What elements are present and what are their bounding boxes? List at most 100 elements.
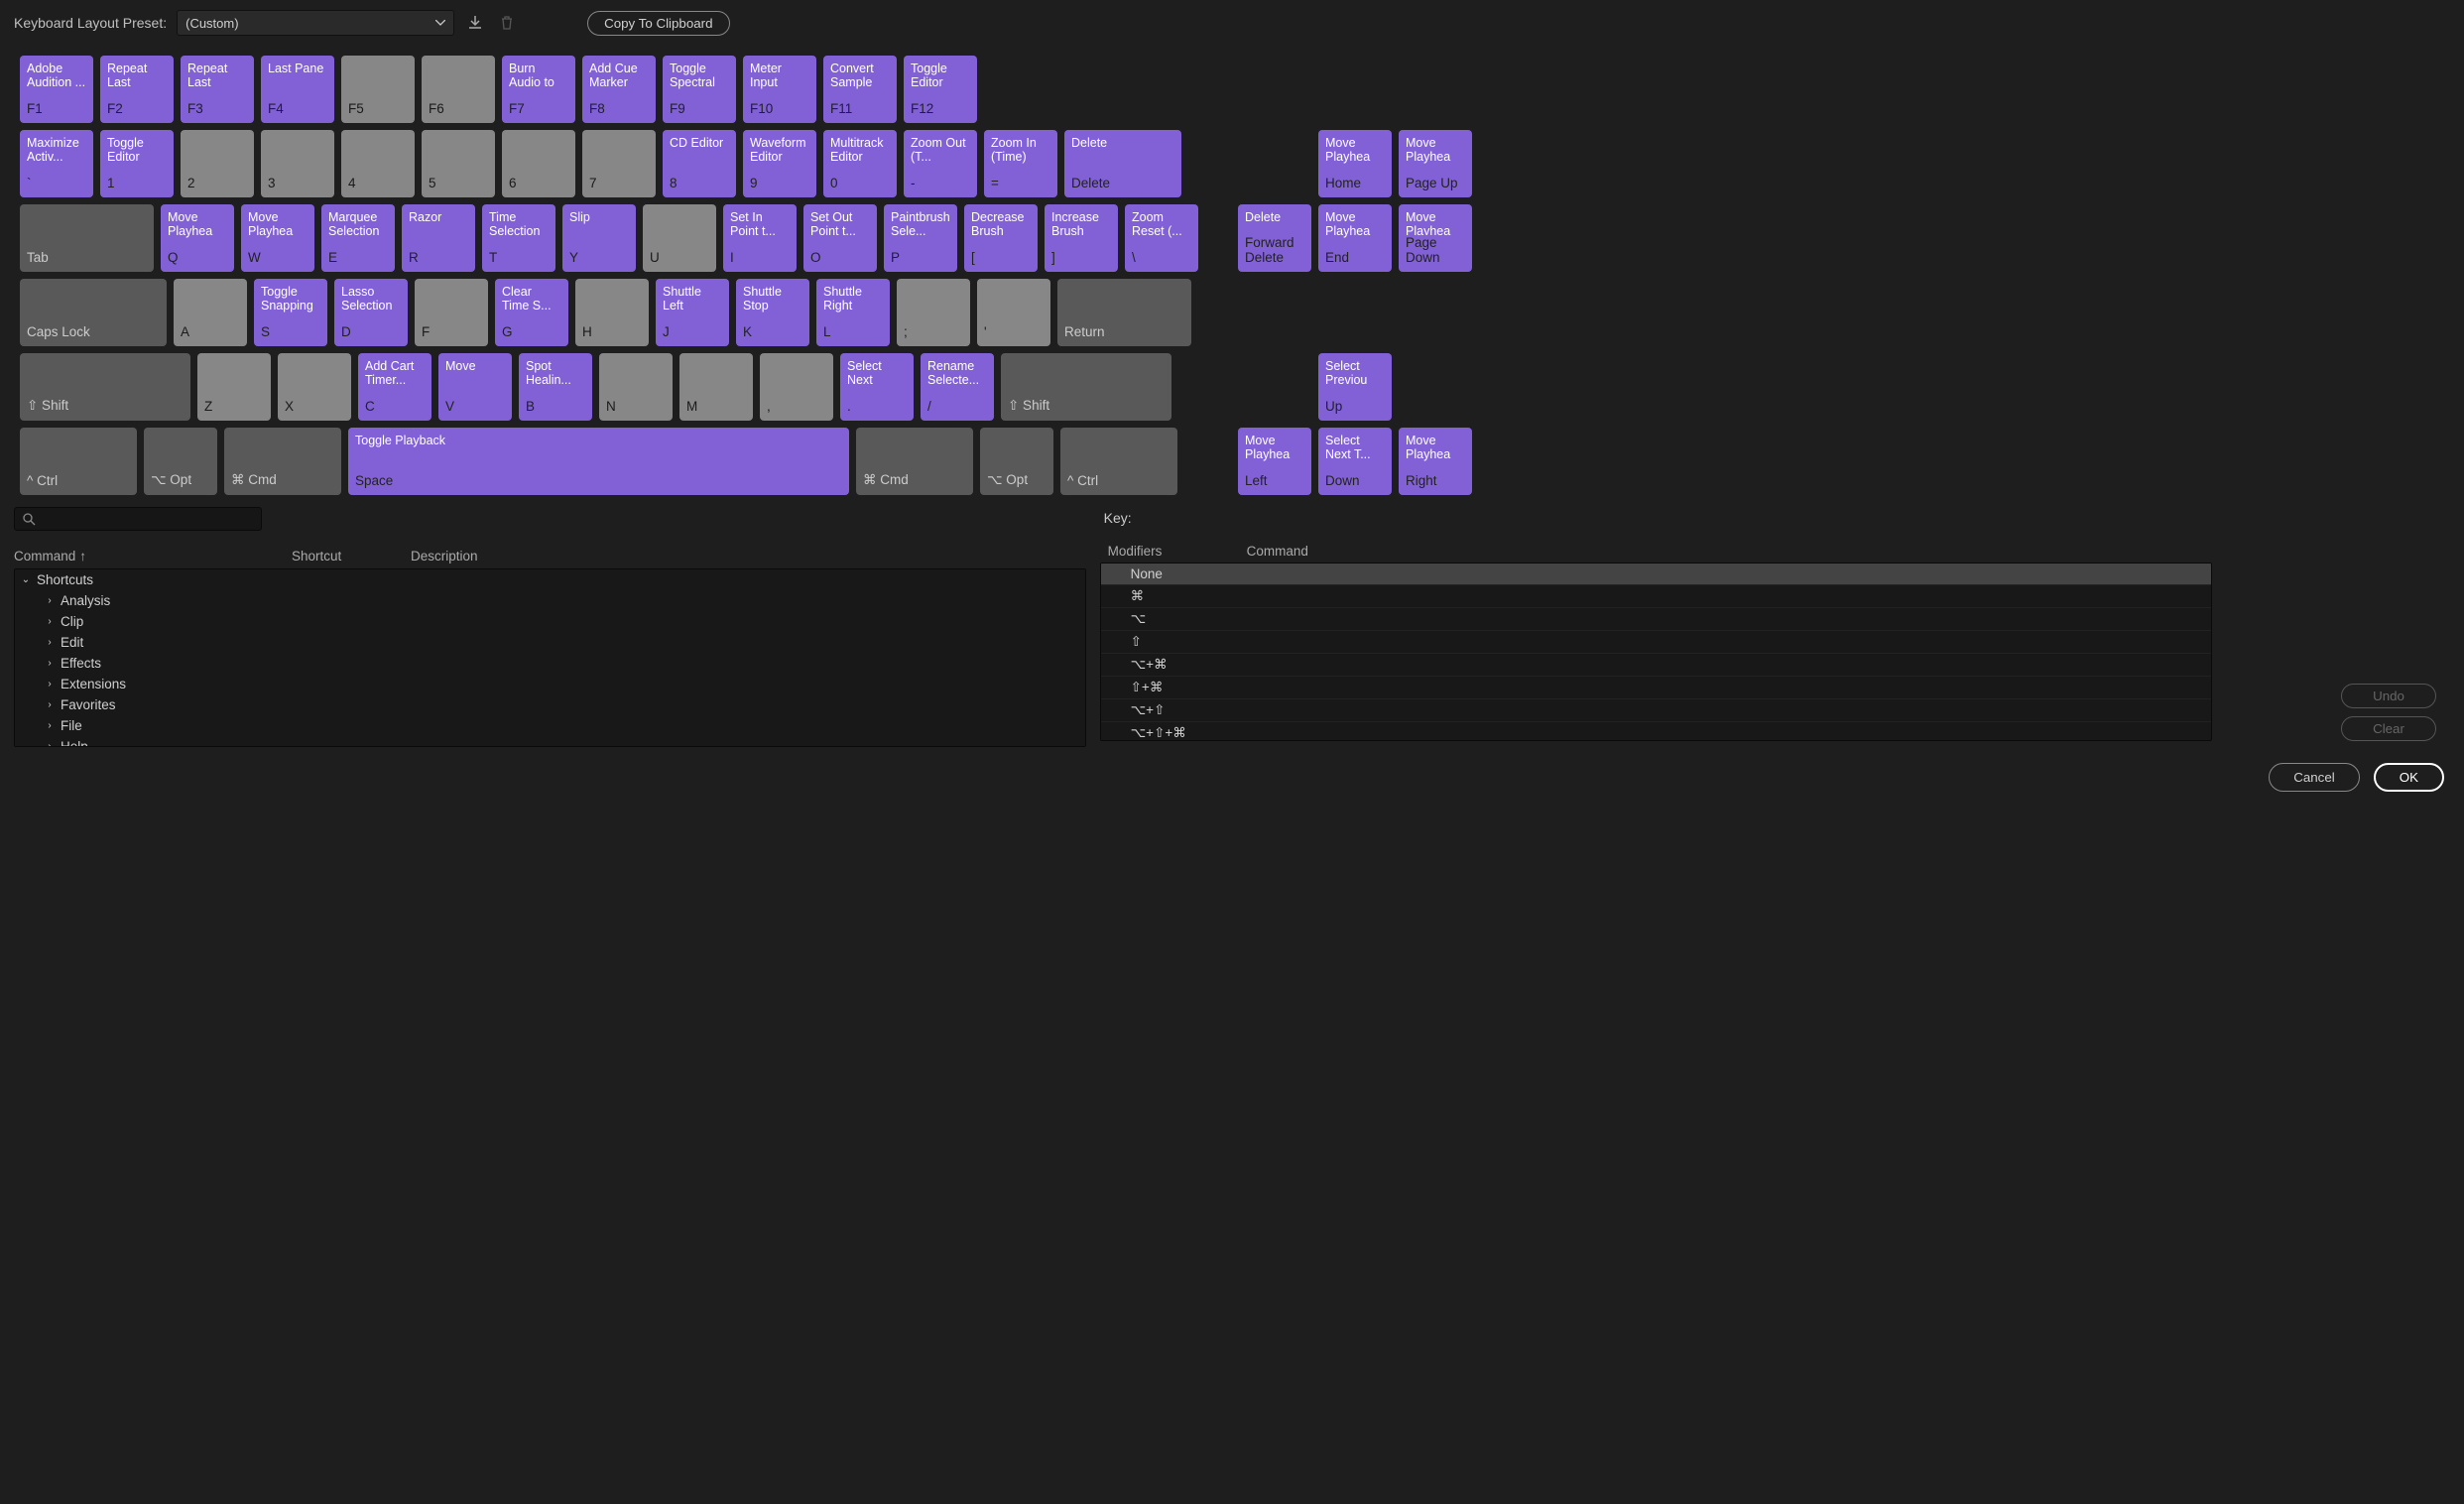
modifier-row[interactable]: ⌥ — [1101, 608, 2211, 631]
key-f6[interactable]: F6 — [422, 56, 495, 123]
key-b[interactable]: Spot Healin...B — [519, 353, 592, 421]
key-5[interactable]: 5 — [422, 130, 495, 197]
key-9[interactable]: Waveform Editor9 — [743, 130, 816, 197]
key-v[interactable]: MoveV — [438, 353, 512, 421]
key-x[interactable]: X — [278, 353, 351, 421]
tree-item[interactable]: ›Clip — [15, 611, 1085, 632]
key-s[interactable]: Toggle SnappingS — [254, 279, 327, 346]
modifiers-table[interactable]: None⌘⌥⇧⌥+⌘⇧+⌘⌥+⇧⌥+⇧+⌘^^+⌘ — [1100, 563, 2212, 741]
key-y[interactable]: SlipY — [562, 204, 636, 272]
key-f2[interactable]: Repeat Last CommandF2 — [100, 56, 174, 123]
key-6[interactable]: 6 — [502, 130, 575, 197]
key-caps-lock[interactable]: Caps Lock — [20, 279, 167, 346]
tree-item[interactable]: ›Analysis — [15, 590, 1085, 611]
tree-item[interactable]: ›Help — [15, 736, 1085, 747]
tree-item[interactable]: ›Extensions — [15, 674, 1085, 694]
shortcut-header[interactable]: Shortcut — [292, 549, 411, 564]
modifier-row[interactable]: ⌥+⇧+⌘ — [1101, 722, 2211, 741]
key-page-up[interactable]: Move PlayheaPage Up — [1399, 130, 1472, 197]
key-p[interactable]: Paintbrush Sele...P — [884, 204, 957, 272]
search-input[interactable] — [14, 507, 262, 531]
key--[interactable]: Maximize Activ...` — [20, 130, 93, 197]
key--[interactable]: Zoom Out (T...- — [904, 130, 977, 197]
key-a[interactable]: A — [174, 279, 247, 346]
key-j[interactable]: Shuttle LeftJ — [656, 279, 729, 346]
copy-clipboard-button[interactable]: Copy To Clipboard — [587, 11, 729, 36]
key--shift[interactable]: ⇧ Shift — [1001, 353, 1171, 421]
key-f1[interactable]: Adobe Audition ...F1 — [20, 56, 93, 123]
key--opt[interactable]: ⌥ Opt — [144, 428, 217, 495]
tree-item[interactable]: ›Favorites — [15, 694, 1085, 715]
key-t[interactable]: Time SelectionT — [482, 204, 555, 272]
key-f4[interactable]: Last PaneF4 — [261, 56, 334, 123]
key-f8[interactable]: Add Cue MarkerF8 — [582, 56, 656, 123]
key--[interactable]: Decrease Brush[ — [964, 204, 1038, 272]
key-4[interactable]: 4 — [341, 130, 415, 197]
key--[interactable]: Zoom In (Time)= — [984, 130, 1057, 197]
modifier-row[interactable]: ⌥+⇧ — [1101, 699, 2211, 722]
key-return[interactable]: Return — [1057, 279, 1191, 346]
key-d[interactable]: Lasso SelectionD — [334, 279, 408, 346]
key-up[interactable]: Select PreviouUp — [1318, 353, 1392, 421]
tree-item[interactable]: ›File — [15, 715, 1085, 736]
key-right[interactable]: Move PlayheaRight — [1399, 428, 1472, 495]
key-2[interactable]: 2 — [181, 130, 254, 197]
key-f9[interactable]: Toggle Spectral F...F9 — [663, 56, 736, 123]
key-tab[interactable]: Tab — [20, 204, 154, 272]
key-8[interactable]: CD Editor8 — [663, 130, 736, 197]
command-tree[interactable]: ⌄Shortcuts›Analysis›Clip›Edit›Effects›Ex… — [14, 568, 1086, 747]
key--ctrl[interactable]: ^ Ctrl — [20, 428, 137, 495]
tree-item[interactable]: ›Edit — [15, 632, 1085, 653]
key--cmd[interactable]: ⌘ Cmd — [856, 428, 973, 495]
key-c[interactable]: Add Cart Timer...C — [358, 353, 431, 421]
key-end[interactable]: Move PlayheaEnd — [1318, 204, 1392, 272]
key-page-down[interactable]: Move PlayheaPage Down — [1399, 204, 1472, 272]
key--[interactable]: , — [760, 353, 833, 421]
key-f11[interactable]: Convert Sample T...F11 — [823, 56, 897, 123]
key-i[interactable]: Set In Point t...I — [723, 204, 797, 272]
ok-button[interactable]: OK — [2374, 763, 2444, 792]
key-3[interactable]: 3 — [261, 130, 334, 197]
key-delete[interactable]: DeleteDelete — [1064, 130, 1181, 197]
key-f5[interactable]: F5 — [341, 56, 415, 123]
cancel-button[interactable]: Cancel — [2269, 763, 2360, 792]
key--opt[interactable]: ⌥ Opt — [980, 428, 1053, 495]
key--[interactable]: Select Next. — [840, 353, 914, 421]
key-f[interactable]: F — [415, 279, 488, 346]
preset-select[interactable]: (Custom) — [177, 10, 454, 36]
key-n[interactable]: N — [599, 353, 673, 421]
key--[interactable]: Increase Brush] — [1045, 204, 1118, 272]
key-1[interactable]: Toggle Editor1 — [100, 130, 174, 197]
key-f10[interactable]: Meter Input SignalF10 — [743, 56, 816, 123]
tree-item[interactable]: ›Effects — [15, 653, 1085, 674]
modifier-row[interactable]: ⌘ — [1101, 585, 2211, 608]
key--[interactable]: Rename Selecte.../ — [921, 353, 994, 421]
key-w[interactable]: Move PlayheaW — [241, 204, 314, 272]
key--[interactable]: Zoom Reset (...\ — [1125, 204, 1198, 272]
key-e[interactable]: Marquee SelectionE — [321, 204, 395, 272]
key-z[interactable]: Z — [197, 353, 271, 421]
key-o[interactable]: Set Out Point t...O — [803, 204, 877, 272]
save-icon[interactable] — [464, 12, 486, 34]
key-0[interactable]: Multitrack Editor0 — [823, 130, 897, 197]
key-r[interactable]: RazorR — [402, 204, 475, 272]
key-f3[interactable]: Repeat Last Command...F3 — [181, 56, 254, 123]
key-u[interactable]: U — [643, 204, 716, 272]
key-left[interactable]: Move PlayheaLeft — [1238, 428, 1311, 495]
key-m[interactable]: M — [679, 353, 753, 421]
key--[interactable]: ' — [977, 279, 1050, 346]
key--[interactable]: ; — [897, 279, 970, 346]
key-f7[interactable]: Burn Audio to CDF7 — [502, 56, 575, 123]
description-header[interactable]: Description — [411, 549, 1086, 564]
key-q[interactable]: Move PlayheaQ — [161, 204, 234, 272]
modifier-row[interactable]: ⌥+⌘ — [1101, 654, 2211, 677]
tree-item[interactable]: ⌄Shortcuts — [15, 569, 1085, 590]
key-g[interactable]: Clear Time S...G — [495, 279, 568, 346]
key--shift[interactable]: ⇧ Shift — [20, 353, 190, 421]
key-k[interactable]: Shuttle StopK — [736, 279, 809, 346]
key-l[interactable]: Shuttle RightL — [816, 279, 890, 346]
key--cmd[interactable]: ⌘ Cmd — [224, 428, 341, 495]
command-header[interactable]: Command ↑ — [14, 549, 292, 564]
key-h[interactable]: H — [575, 279, 649, 346]
key-7[interactable]: 7 — [582, 130, 656, 197]
